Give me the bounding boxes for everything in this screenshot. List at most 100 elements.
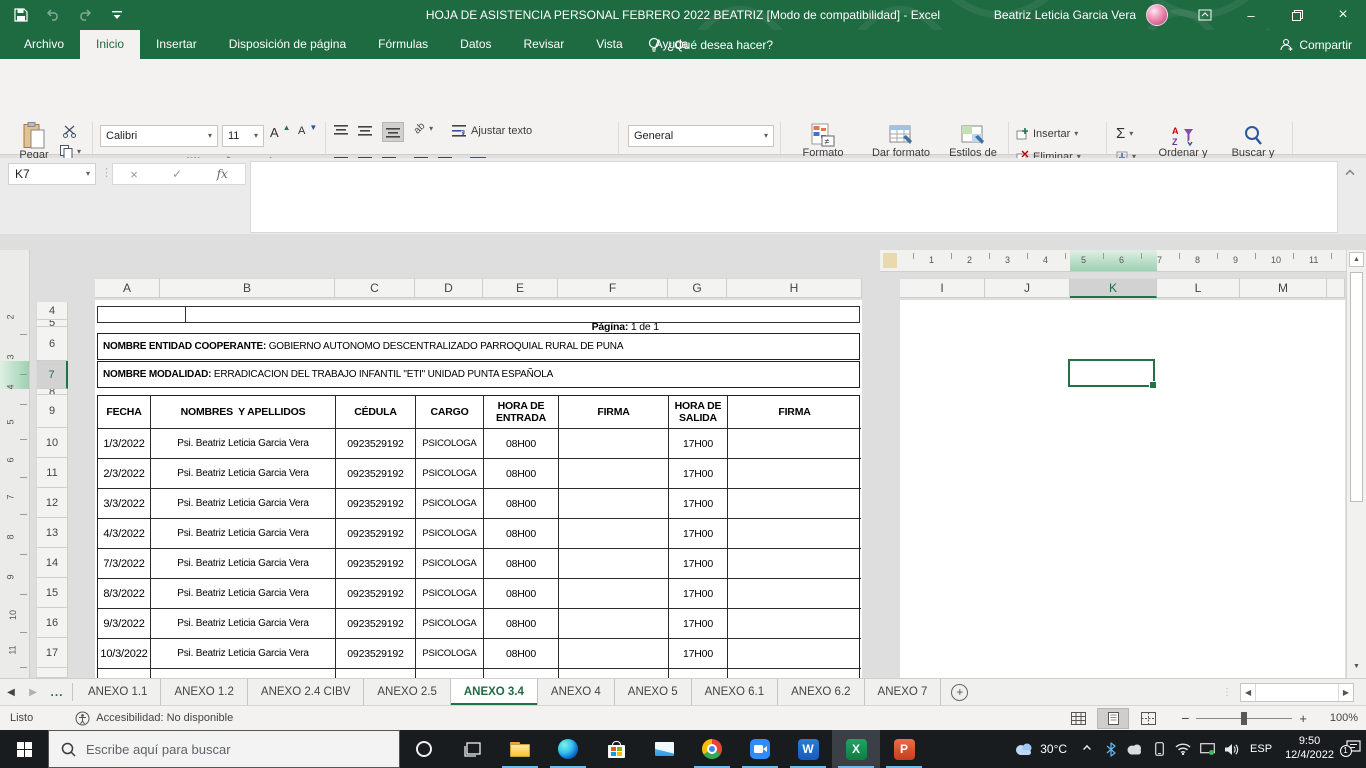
table-cell[interactable]: 4/3/2022 <box>98 519 151 549</box>
table-cell[interactable]: 0923529192 <box>336 519 416 549</box>
ribbon-tab-insertar[interactable]: Insertar <box>140 30 213 59</box>
table-header-cell[interactable]: FIRMA <box>728 396 861 429</box>
zoom-in-button[interactable]: + <box>1299 711 1307 726</box>
page-info-box[interactable]: Página: 1 de 1 <box>97 306 860 333</box>
table-cell[interactable]: 17H00 <box>669 579 728 609</box>
onedrive-icon[interactable] <box>1123 744 1147 755</box>
horizontal-scrollbar[interactable]: ◀ ▶ <box>1240 683 1354 702</box>
table-cell[interactable]: 08H00 <box>484 639 559 669</box>
task-view-button[interactable] <box>448 730 496 768</box>
ribbon-tab-vista[interactable]: Vista <box>580 30 638 59</box>
excel-button[interactable]: X <box>832 730 880 768</box>
table-cell[interactable]: Psi. Beatriz Leticia Garcia Vera <box>151 459 336 489</box>
table-cell[interactable]: 7/3/2022 <box>98 549 151 579</box>
number-format-combo[interactable]: General ▾ <box>628 125 774 147</box>
table-cell[interactable]: PSICOLOGA <box>416 489 484 519</box>
zoom-level[interactable]: 100% <box>1322 712 1358 724</box>
normal-view-button[interactable] <box>1062 708 1094 729</box>
formula-input[interactable] <box>250 161 1338 233</box>
table-cell[interactable]: 17H00 <box>669 519 728 549</box>
store-button[interactable] <box>592 730 640 768</box>
camera-app-button[interactable] <box>736 730 784 768</box>
your-phone-icon[interactable] <box>1147 742 1171 756</box>
name-box[interactable]: K7 ▾ <box>8 163 96 185</box>
autosum-button[interactable]: Σ ▾ <box>1116 125 1133 142</box>
insert-function-icon[interactable]: fx <box>217 167 228 181</box>
accessibility-status[interactable]: Accesibilidad: No disponible <box>96 712 233 724</box>
row-header-9[interactable]: 9 <box>36 395 68 428</box>
table-cell[interactable]: 17H00 <box>669 429 728 459</box>
table-cell[interactable]: 0923529192 <box>336 549 416 579</box>
table-cell[interactable] <box>559 549 669 579</box>
ribbon-tab-f-rmulas[interactable]: Fórmulas <box>362 30 444 59</box>
column-header-partial[interactable] <box>1327 278 1345 298</box>
column-header-E[interactable]: E <box>483 278 558 298</box>
scroll-up-button[interactable]: ▲ <box>1349 252 1364 267</box>
zoom-slider-thumb[interactable] <box>1241 711 1248 725</box>
row-header-17[interactable]: 17 <box>36 638 68 668</box>
new-sheet-button[interactable]: + <box>951 683 969 701</box>
table-cell[interactable] <box>728 429 861 459</box>
table-cell[interactable]: 0923529192 <box>336 639 416 669</box>
table-header-cell[interactable]: FECHA <box>98 396 151 429</box>
ribbon-tab-disposici-n-de-p-gina[interactable]: Disposición de página <box>213 30 362 59</box>
row-header-16[interactable]: 16 <box>36 608 68 638</box>
column-header-F[interactable]: F <box>558 278 668 298</box>
collapse-formula-bar-button[interactable] <box>1345 169 1355 179</box>
table-cell[interactable]: 0923529192 <box>336 489 416 519</box>
undo-button[interactable] <box>42 4 64 26</box>
name-box-dropdown-icon[interactable]: ▾ <box>86 170 95 178</box>
vertical-scrollbar[interactable]: ▲ ▼ <box>1346 250 1366 678</box>
zoom-out-button[interactable]: − <box>1181 710 1189 726</box>
share-button[interactable]: Compartir <box>1280 30 1352 59</box>
table-cell[interactable] <box>728 519 861 549</box>
insert-cells-button[interactable]: Insertar ▾ <box>1016 127 1078 140</box>
file-explorer-button[interactable] <box>496 730 544 768</box>
enter-formula-icon[interactable]: ✓ <box>172 167 182 181</box>
column-header-I[interactable]: I <box>900 278 985 298</box>
table-cell[interactable]: 08H00 <box>484 669 559 678</box>
table-cell[interactable]: Psi. Beatriz Leticia Garcia Vera <box>151 669 336 678</box>
ribbon-tab-inicio[interactable]: Inicio <box>80 30 141 59</box>
table-cell[interactable]: 08H00 <box>484 549 559 579</box>
table-cell[interactable]: 08H00 <box>484 579 559 609</box>
column-header-M[interactable]: M <box>1240 278 1327 298</box>
taskbar-search[interactable]: Escribe aquí para buscar <box>48 730 400 768</box>
cut-button[interactable] <box>62 125 78 138</box>
table-cell[interactable]: 0923529192 <box>336 459 416 489</box>
cast-icon[interactable] <box>1195 743 1219 755</box>
table-cell[interactable]: 8/3/2022 <box>98 579 151 609</box>
table-header-cell[interactable]: CÉDULA <box>336 396 416 429</box>
action-center-button[interactable]: 1 <box>1339 739 1366 759</box>
page-layout-view-button[interactable] <box>1097 707 1130 729</box>
table-cell[interactable]: 08H00 <box>484 489 559 519</box>
account-avatar[interactable] <box>1146 4 1168 26</box>
table-header-cell[interactable]: NOMBRES Y APELLIDOS <box>151 396 336 429</box>
table-cell[interactable]: Psi. Beatriz Leticia Garcia Vera <box>151 549 336 579</box>
table-cell[interactable]: Psi. Beatriz Leticia Garcia Vera <box>151 519 336 549</box>
sheet-tab-anexo-2-5[interactable]: ANEXO 2.5 <box>364 679 451 705</box>
row-header-10[interactable]: 10 <box>36 428 68 458</box>
cancel-formula-icon[interactable]: × <box>130 167 138 182</box>
redo-button[interactable] <box>74 4 96 26</box>
sheet-tab-anexo-5[interactable]: ANEXO 5 <box>615 679 692 705</box>
table-cell[interactable]: 10/3/2022 <box>98 639 151 669</box>
table-cell[interactable]: 17H00 <box>669 669 728 678</box>
table-cell[interactable]: 17H00 <box>669 459 728 489</box>
table-header-cell[interactable]: FIRMA <box>559 396 669 429</box>
ribbon-tab-datos[interactable]: Datos <box>444 30 507 59</box>
table-cell[interactable]: PSICOLOGA <box>416 549 484 579</box>
row-header-11[interactable]: 11 <box>36 458 68 488</box>
column-header-A[interactable]: A <box>95 278 160 298</box>
restore-button[interactable] <box>1274 0 1320 30</box>
table-cell[interactable]: 08H00 <box>484 519 559 549</box>
account-name[interactable]: Beatriz Leticia Garcia Vera <box>994 8 1136 22</box>
align-bottom-button[interactable] <box>382 122 404 142</box>
sheet-nav-left[interactable]: ◀ <box>0 679 22 705</box>
ribbon-tab-archivo[interactable]: Archivo <box>8 30 80 59</box>
table-cell[interactable] <box>728 489 861 519</box>
scroll-left-button[interactable]: ◀ <box>1241 684 1257 701</box>
sheet-overflow-button[interactable]: ... <box>44 679 70 705</box>
sheet-nav-right[interactable]: ▶ <box>22 679 44 705</box>
table-cell[interactable]: Psi. Beatriz Leticia Garcia Vera <box>151 429 336 459</box>
